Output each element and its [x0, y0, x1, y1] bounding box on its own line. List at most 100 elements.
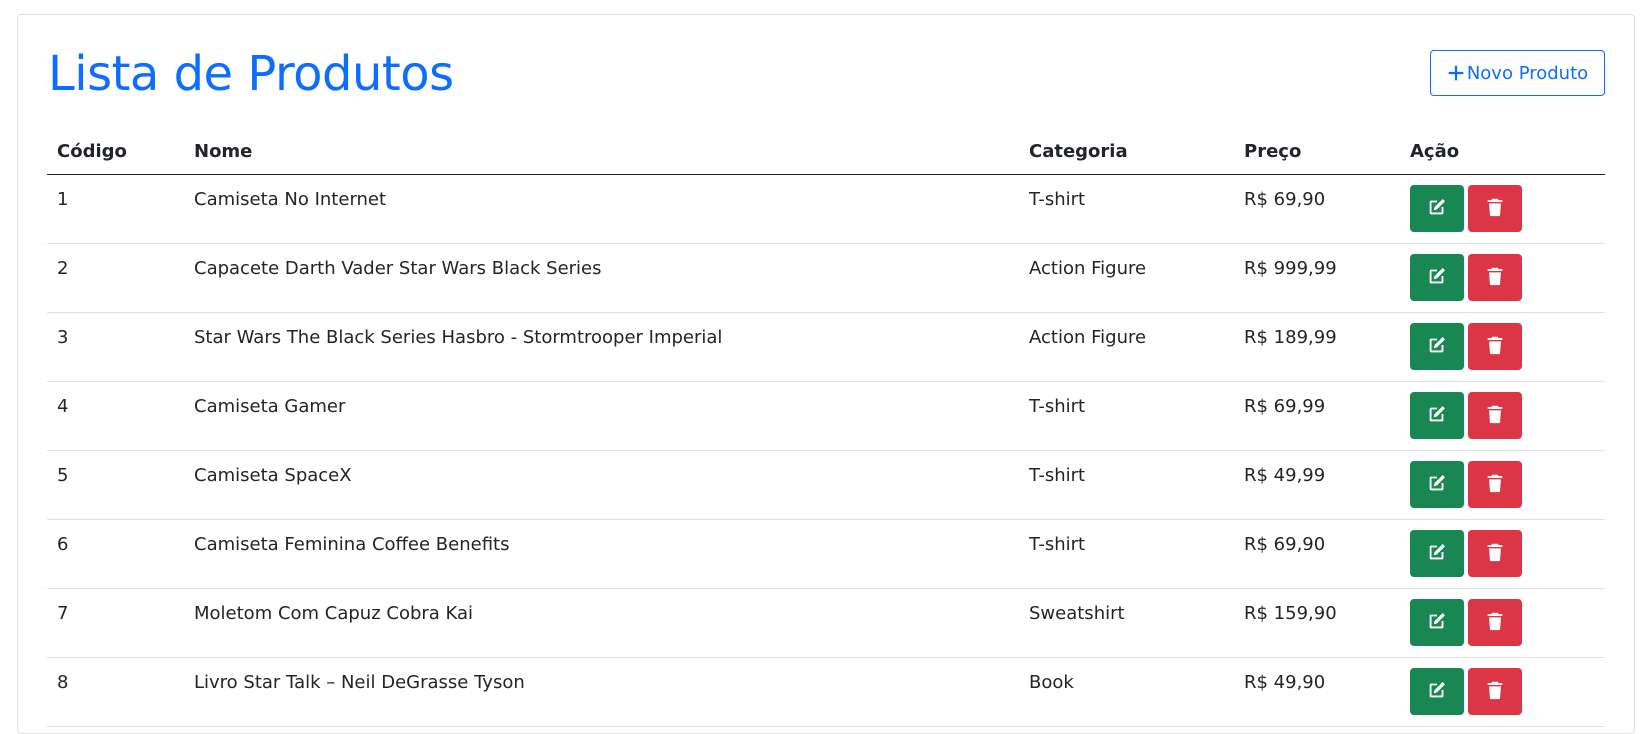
edit-icon [1426, 196, 1448, 221]
row-actions [1410, 244, 1595, 301]
edit-icon [1426, 403, 1448, 428]
row-actions [1410, 451, 1595, 508]
trash-icon [1484, 196, 1506, 221]
product-price-cell: R$ 999,99 [1234, 243, 1400, 313]
product-category-cell: T-shirt [1019, 519, 1234, 589]
edit-icon [1426, 265, 1448, 290]
edit-button[interactable] [1410, 461, 1464, 508]
product-category: T-shirt [1029, 189, 1086, 210]
trash-icon [1484, 265, 1506, 290]
product-code: 2 [57, 258, 69, 279]
edit-button[interactable] [1410, 185, 1464, 232]
delete-button[interactable] [1468, 254, 1522, 301]
product-price: R$ 189,99 [1244, 327, 1337, 348]
delete-button[interactable] [1468, 461, 1522, 508]
product-price-cell: R$ 49,90 [1234, 657, 1400, 727]
product-code-cell: 3 [47, 312, 184, 382]
product-name-cell: Moletom Com Capuz Cobra Kai [184, 588, 1019, 658]
product-category: Sweatshirt [1029, 603, 1125, 624]
product-name: Livro Star Talk – Neil DeGrasse Tyson [194, 672, 525, 693]
edit-icon [1426, 334, 1448, 359]
product-category: Action Figure [1029, 258, 1147, 279]
product-actions-cell [1400, 657, 1605, 727]
edit-icon [1426, 679, 1448, 704]
column-header-action: Ação [1400, 128, 1605, 175]
product-code-cell: 6 [47, 519, 184, 589]
edit-button[interactable] [1410, 530, 1464, 577]
product-actions-cell [1400, 450, 1605, 520]
delete-button[interactable] [1468, 185, 1522, 232]
delete-button[interactable] [1468, 392, 1522, 439]
product-category-cell: Sweatshirt [1019, 588, 1234, 658]
table-body: 1 Camiseta No Internet T-shirt R$ 69,90 [47, 174, 1605, 727]
row-actions [1410, 589, 1595, 646]
table-row: 6 Camiseta Feminina Coffee Benefits T-sh… [47, 519, 1605, 589]
new-product-label: Novo Produto [1466, 62, 1589, 84]
product-actions-cell [1400, 381, 1605, 451]
trash-icon [1484, 334, 1506, 359]
product-name: Moletom Com Capuz Cobra Kai [194, 603, 474, 624]
table-row: 5 Camiseta SpaceX T-shirt R$ 49,99 [47, 450, 1605, 520]
trash-icon [1484, 541, 1506, 566]
product-price: R$ 159,90 [1244, 603, 1337, 624]
product-price-cell: R$ 189,99 [1234, 312, 1400, 382]
table-row: 7 Moletom Com Capuz Cobra Kai Sweatshirt… [47, 588, 1605, 658]
product-code: 3 [57, 327, 69, 348]
product-name: Camiseta No Internet [194, 189, 387, 210]
product-price: R$ 69,90 [1244, 534, 1326, 555]
table-row: 8 Livro Star Talk – Neil DeGrasse Tyson … [47, 657, 1605, 727]
product-name: Star Wars The Black Series Hasbro - Stor… [194, 327, 723, 348]
row-actions [1410, 313, 1595, 370]
product-category: Book [1029, 672, 1074, 693]
edit-button[interactable] [1410, 599, 1464, 646]
delete-button[interactable] [1468, 599, 1522, 646]
new-product-button[interactable]: Novo Produto [1430, 50, 1605, 96]
product-actions-cell [1400, 519, 1605, 589]
product-price-cell: R$ 159,90 [1234, 588, 1400, 658]
trash-icon [1484, 472, 1506, 497]
product-code-cell: 7 [47, 588, 184, 658]
product-name-cell: Capacete Darth Vader Star Wars Black Ser… [184, 243, 1019, 313]
table-row: 3 Star Wars The Black Series Hasbro - St… [47, 312, 1605, 382]
product-code: 7 [57, 603, 69, 624]
product-category-cell: T-shirt [1019, 381, 1234, 451]
delete-button[interactable] [1468, 668, 1522, 715]
products-table: Código Nome Categoria Preço Ação 1 Camis… [47, 128, 1605, 727]
product-name-cell: Livro Star Talk – Neil DeGrasse Tyson [184, 657, 1019, 727]
product-name-cell: Camiseta SpaceX [184, 450, 1019, 520]
row-actions [1410, 175, 1595, 232]
delete-button[interactable] [1468, 530, 1522, 577]
product-category: Action Figure [1029, 327, 1147, 348]
product-price: R$ 49,90 [1244, 672, 1326, 693]
product-name-cell: Camiseta Gamer [184, 381, 1019, 451]
product-name: Camiseta SpaceX [194, 465, 352, 486]
product-category-cell: T-shirt [1019, 450, 1234, 520]
edit-button[interactable] [1410, 392, 1464, 439]
product-code: 4 [57, 396, 69, 417]
product-category-cell: Action Figure [1019, 243, 1234, 313]
delete-button[interactable] [1468, 323, 1522, 370]
edit-button[interactable] [1410, 668, 1464, 715]
product-name-cell: Camiseta No Internet [184, 174, 1019, 244]
trash-icon [1484, 679, 1506, 704]
product-category-cell: Action Figure [1019, 312, 1234, 382]
product-category: T-shirt [1029, 396, 1086, 417]
product-name: Camiseta Feminina Coffee Benefits [194, 534, 510, 555]
table-row: 4 Camiseta Gamer T-shirt R$ 69,99 [47, 381, 1605, 451]
column-header-name: Nome [184, 128, 1019, 175]
product-price: R$ 69,90 [1244, 189, 1326, 210]
edit-button[interactable] [1410, 254, 1464, 301]
product-actions-cell [1400, 312, 1605, 382]
product-name-cell: Star Wars The Black Series Hasbro - Stor… [184, 312, 1019, 382]
product-price: R$ 999,99 [1244, 258, 1337, 279]
product-code: 1 [57, 189, 69, 210]
row-actions [1410, 658, 1595, 715]
product-price: R$ 69,99 [1244, 396, 1326, 417]
product-category: T-shirt [1029, 465, 1086, 486]
product-code-cell: 8 [47, 657, 184, 727]
edit-icon [1426, 610, 1448, 635]
product-category: T-shirt [1029, 534, 1086, 555]
product-code: 5 [57, 465, 69, 486]
edit-button[interactable] [1410, 323, 1464, 370]
row-actions [1410, 520, 1595, 577]
